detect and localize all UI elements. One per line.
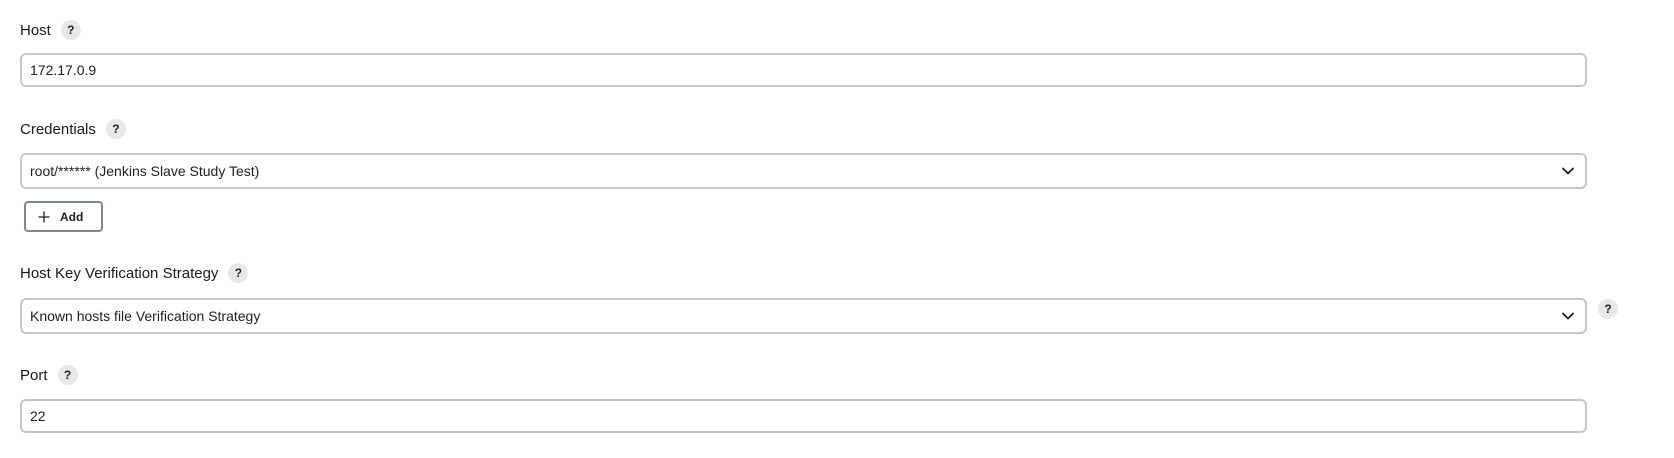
host-input[interactable] bbox=[30, 62, 1577, 78]
add-credentials-button[interactable]: Add bbox=[24, 201, 103, 232]
host-help-icon[interactable]: ? bbox=[60, 20, 81, 40]
host-field[interactable] bbox=[20, 53, 1587, 87]
host-label-row: Host ? bbox=[20, 19, 81, 41]
credentials-select[interactable]: root/****** (Jenkins Slave Study Test) bbox=[20, 153, 1587, 189]
port-label-row: Port ? bbox=[20, 364, 78, 386]
host-key-selected-value: Known hosts file Verification Strategy bbox=[30, 308, 261, 324]
credentials-label-row: Credentials ? bbox=[20, 118, 126, 140]
credentials-help-icon[interactable]: ? bbox=[105, 119, 126, 139]
plus-icon bbox=[38, 211, 50, 222]
host-key-label: Host Key Verification Strategy bbox=[20, 264, 219, 282]
port-help-icon[interactable]: ? bbox=[57, 365, 78, 385]
port-field[interactable] bbox=[20, 399, 1587, 433]
host-key-label-row: Host Key Verification Strategy ? bbox=[20, 262, 249, 284]
host-key-help-icon[interactable]: ? bbox=[228, 263, 249, 283]
add-button-label: Add bbox=[60, 209, 84, 224]
port-label: Port bbox=[20, 366, 48, 384]
credentials-selected-value: root/****** (Jenkins Slave Study Test) bbox=[30, 163, 260, 179]
chevron-down-icon bbox=[1562, 312, 1574, 320]
port-input[interactable] bbox=[30, 408, 1577, 424]
host-label: Host bbox=[20, 21, 51, 39]
chevron-down-icon bbox=[1562, 167, 1574, 175]
credentials-label: Credentials bbox=[20, 120, 96, 138]
host-key-strategy-help-icon[interactable]: ? bbox=[1598, 299, 1618, 319]
host-key-strategy-select[interactable]: Known hosts file Verification Strategy bbox=[20, 298, 1587, 334]
